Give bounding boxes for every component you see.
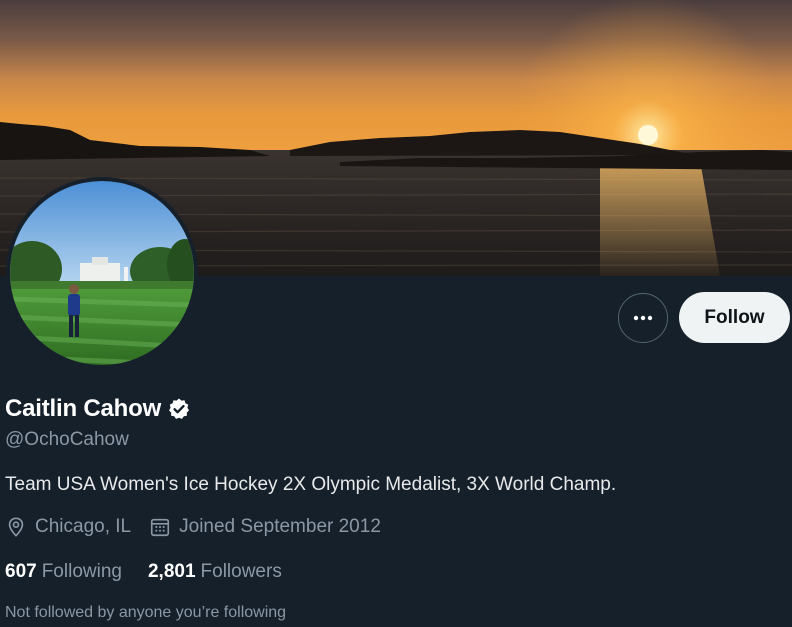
profile-bio: Team USA Women's Ice Hockey 2X Olympic M…	[5, 474, 617, 495]
joined-text: Joined September 2012	[179, 516, 381, 537]
profile-stats: 607 Following 2,801 Followers	[5, 561, 282, 583]
followers-count: 2,801	[147, 561, 196, 582]
verified-badge-icon[interactable]	[167, 397, 191, 421]
ellipsis-icon	[633, 315, 653, 321]
following-label: Following	[41, 561, 122, 582]
location-item: Chicago, IL	[5, 516, 131, 538]
location-pin-icon	[8, 517, 24, 537]
profile-handle: @OchoCahow	[5, 429, 129, 450]
profile-avatar[interactable]	[6, 177, 198, 369]
display-name: Caitlin Cahow	[5, 395, 162, 422]
social-context-text: Not followed by anyone you’re following	[5, 604, 287, 621]
more-options-button[interactable]	[618, 293, 668, 343]
followers-label: Followers	[200, 561, 282, 582]
location-text: Chicago, IL	[35, 516, 132, 537]
avatar-photo	[10, 181, 194, 365]
profile-meta: Chicago, IL Joined September 2012	[5, 516, 381, 538]
following-link[interactable]: 607 Following	[5, 561, 122, 583]
following-count: 607	[5, 561, 37, 582]
followers-link[interactable]: 2,801 Followers	[148, 561, 282, 583]
follow-button[interactable]: Follow	[679, 292, 790, 343]
joined-item: Joined September 2012	[149, 516, 381, 538]
calendar-icon	[151, 518, 170, 537]
profile-name-row: Caitlin Cahow	[5, 395, 191, 423]
